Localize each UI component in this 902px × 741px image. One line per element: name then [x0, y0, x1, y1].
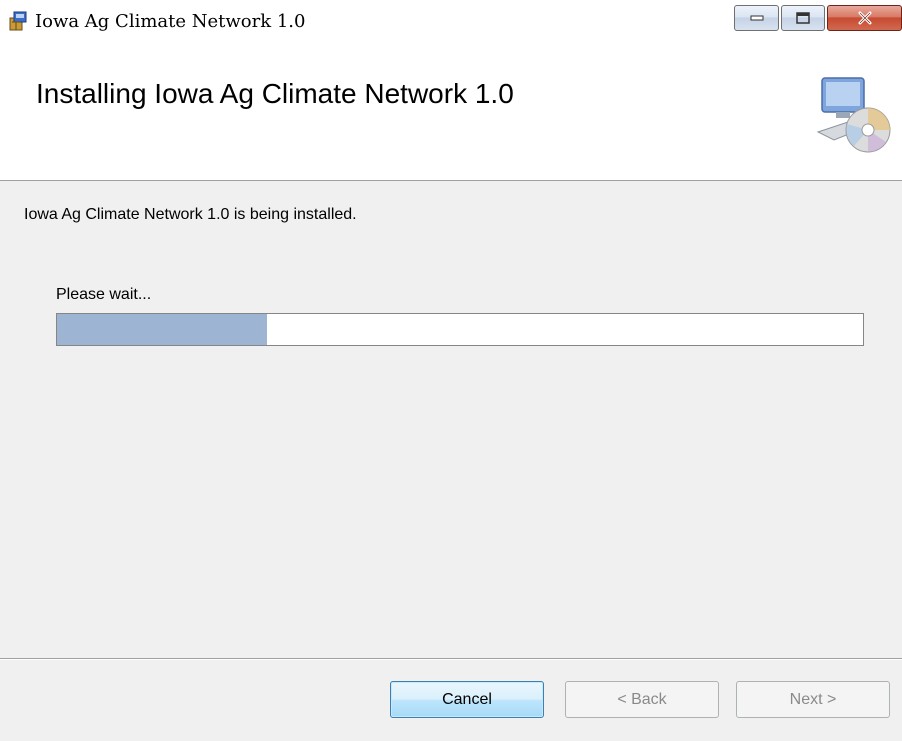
title-bar[interactable]: Iowa Ag Climate Network 1.0 — [0, 0, 902, 58]
maximize-button[interactable] — [781, 5, 825, 31]
progress-label: Please wait... — [56, 286, 152, 303]
close-button[interactable] — [827, 5, 902, 31]
minimize-icon — [750, 15, 763, 21]
header-banner: Installing Iowa Ag Climate Network 1.0 — [0, 58, 902, 181]
install-status-text: Iowa Ag Climate Network 1.0 is being ins… — [24, 206, 357, 223]
computer-cd-icon — [816, 77, 891, 153]
close-icon — [858, 11, 871, 25]
window-title: Iowa Ag Climate Network 1.0 — [35, 11, 306, 32]
progress-fill — [57, 314, 267, 345]
maximize-icon — [796, 12, 810, 24]
installer-package-icon — [9, 11, 27, 31]
minimize-button[interactable] — [734, 5, 779, 31]
installer-window: Iowa Ag Climate Network 1.0 Installing I… — [0, 0, 902, 741]
back-button[interactable]: < Back — [565, 681, 719, 718]
install-progress-bar — [56, 313, 864, 346]
next-button[interactable]: Next > — [736, 681, 890, 718]
banner-title: Installing Iowa Ag Climate Network 1.0 — [36, 78, 514, 109]
footer-divider — [0, 658, 902, 660]
cancel-button[interactable]: Cancel — [390, 681, 544, 718]
